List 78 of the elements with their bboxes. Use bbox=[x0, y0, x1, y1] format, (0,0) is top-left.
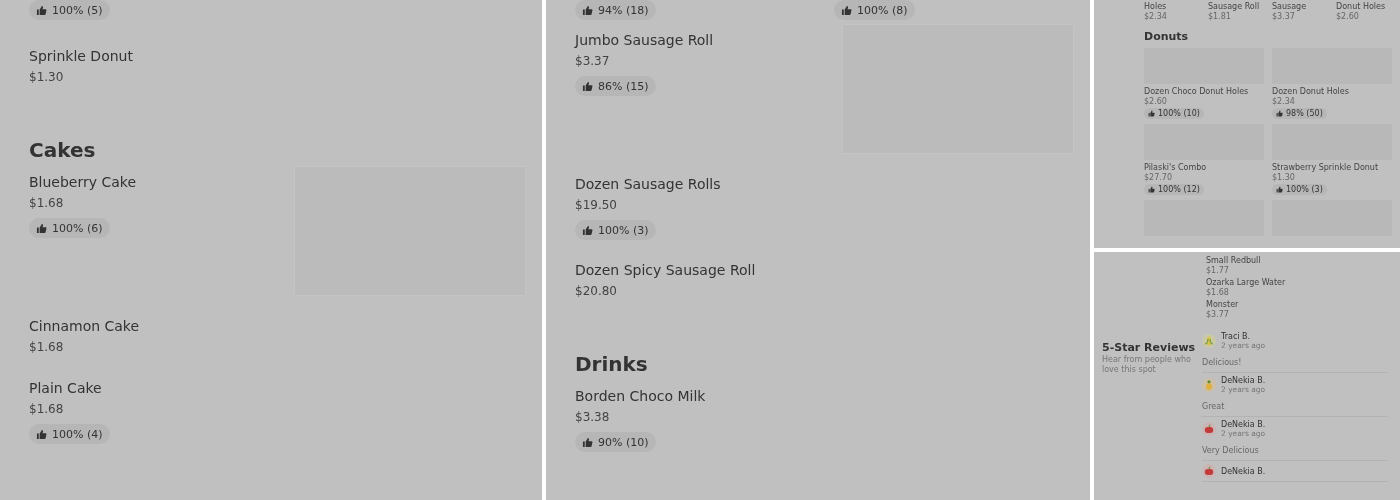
item-price: $19.50 bbox=[575, 197, 617, 214]
section-heading: 5-Star Reviews bbox=[1102, 341, 1196, 355]
item-name[interactable]: Donut Holes bbox=[1336, 2, 1386, 12]
item-price: $1.30 bbox=[1272, 173, 1295, 183]
thumbs-up-icon bbox=[841, 4, 852, 16]
rating-badge: 100% (6) bbox=[29, 218, 110, 238]
apple-icon bbox=[1202, 422, 1216, 436]
thumbs-up-icon bbox=[582, 4, 593, 16]
item-name[interactable]: Dozen Sausage Rolls bbox=[575, 174, 721, 194]
item-name[interactable]: Sausage Roll bbox=[1208, 2, 1260, 12]
rating-badge: 100% (3) bbox=[1272, 184, 1327, 195]
review-text: Very Delicious bbox=[1202, 446, 1259, 456]
thumbs-up-icon bbox=[36, 428, 47, 440]
item-price: $3.37 bbox=[575, 53, 610, 70]
rating-badge: 94% (18) bbox=[575, 0, 656, 20]
rating-badge: 98% (50) bbox=[1272, 108, 1327, 119]
item-price: $3.38 bbox=[575, 409, 610, 426]
thumbs-up-icon bbox=[582, 224, 593, 236]
corn-icon bbox=[1202, 334, 1216, 348]
rating-badge: 90% (10) bbox=[575, 432, 656, 452]
section-heading: Donuts bbox=[1144, 29, 1190, 45]
section-heading: Cakes bbox=[29, 137, 97, 164]
section-heading: Drinks bbox=[575, 351, 649, 378]
review-text: Delicious! bbox=[1202, 358, 1242, 368]
section-subtitle: Hear from people who love this spot bbox=[1102, 355, 1192, 375]
item-price: $3.37 bbox=[1272, 12, 1295, 22]
item-name[interactable]: Blueberry Cake bbox=[29, 172, 137, 192]
item-price: $2.60 bbox=[1336, 12, 1359, 22]
item-price: $1.81 bbox=[1208, 12, 1231, 22]
rating-badge: 100% (4) bbox=[29, 424, 110, 444]
rating-badge: 100% (10) bbox=[1144, 108, 1204, 119]
item-name[interactable]: Dozen Donut Holes bbox=[1272, 86, 1349, 97]
apple-icon bbox=[1202, 464, 1216, 478]
thumbs-up-icon bbox=[1148, 186, 1155, 193]
thumbs-up-icon bbox=[1148, 110, 1155, 117]
thumbs-up-icon bbox=[36, 4, 47, 16]
item-price: $3.77 bbox=[1206, 310, 1229, 319]
item-name[interactable]: Holes bbox=[1144, 2, 1167, 12]
rating-badge: 100% (5) bbox=[29, 0, 110, 20]
item-name[interactable]: Plain Cake bbox=[29, 378, 102, 398]
item-price: $1.30 bbox=[29, 69, 64, 86]
review-text: Great bbox=[1202, 402, 1225, 412]
reviewer-name: DeNekia B. bbox=[1221, 420, 1266, 429]
item-name[interactable]: Dozen Choco Donut Holes bbox=[1144, 86, 1249, 97]
item-price: $20.80 bbox=[575, 283, 617, 300]
thumbs-up-icon bbox=[582, 436, 593, 448]
item-name[interactable]: Borden Choco Milk bbox=[575, 386, 706, 406]
item-price: $2.60 bbox=[1144, 97, 1167, 107]
item-price: $1.68 bbox=[1206, 288, 1229, 297]
item-name[interactable]: Small Redbull bbox=[1206, 256, 1261, 266]
item-name[interactable]: Pilaski's Combo bbox=[1144, 162, 1207, 173]
item-name[interactable]: Ozarka Large Water bbox=[1206, 278, 1286, 288]
item-price: $2.34 bbox=[1272, 97, 1295, 107]
thumbs-up-icon bbox=[582, 80, 593, 92]
item-price: $1.68 bbox=[29, 195, 64, 212]
item-name[interactable]: Jumbo Sausage Roll bbox=[575, 30, 714, 50]
reviewer-name: DeNekia B. bbox=[1221, 376, 1266, 385]
rating-badge: 100% (12) bbox=[1144, 184, 1204, 195]
item-price: $1.68 bbox=[29, 339, 64, 356]
item-price: $2.34 bbox=[1144, 12, 1167, 22]
pineapple-icon bbox=[1202, 378, 1216, 392]
item-name[interactable]: Cinnamon Cake bbox=[29, 316, 140, 336]
item-name[interactable]: Dozen Spicy Sausage Roll bbox=[575, 260, 756, 280]
thumbs-up-icon bbox=[1276, 186, 1283, 193]
item-name[interactable]: Sausage bbox=[1272, 2, 1307, 12]
rating-badge: 100% (8) bbox=[834, 0, 915, 20]
reviewer-name: DeNekia B. bbox=[1221, 466, 1266, 476]
item-price: $1.68 bbox=[29, 401, 64, 418]
thumbs-up-icon bbox=[36, 222, 47, 234]
rating-badge: 86% (15) bbox=[575, 76, 656, 96]
item-price: $27.70 bbox=[1144, 173, 1172, 183]
thumbs-up-icon bbox=[1276, 110, 1283, 117]
item-name[interactable]: Monster bbox=[1206, 300, 1239, 310]
rating-badge: 100% (3) bbox=[575, 220, 656, 240]
item-price: $1.77 bbox=[1206, 266, 1229, 275]
reviewer-name: Traci B. bbox=[1221, 332, 1251, 341]
item-name[interactable]: Strawberry Sprinkle Donut bbox=[1272, 162, 1379, 173]
item-name[interactable]: Sprinkle Donut bbox=[29, 46, 133, 66]
